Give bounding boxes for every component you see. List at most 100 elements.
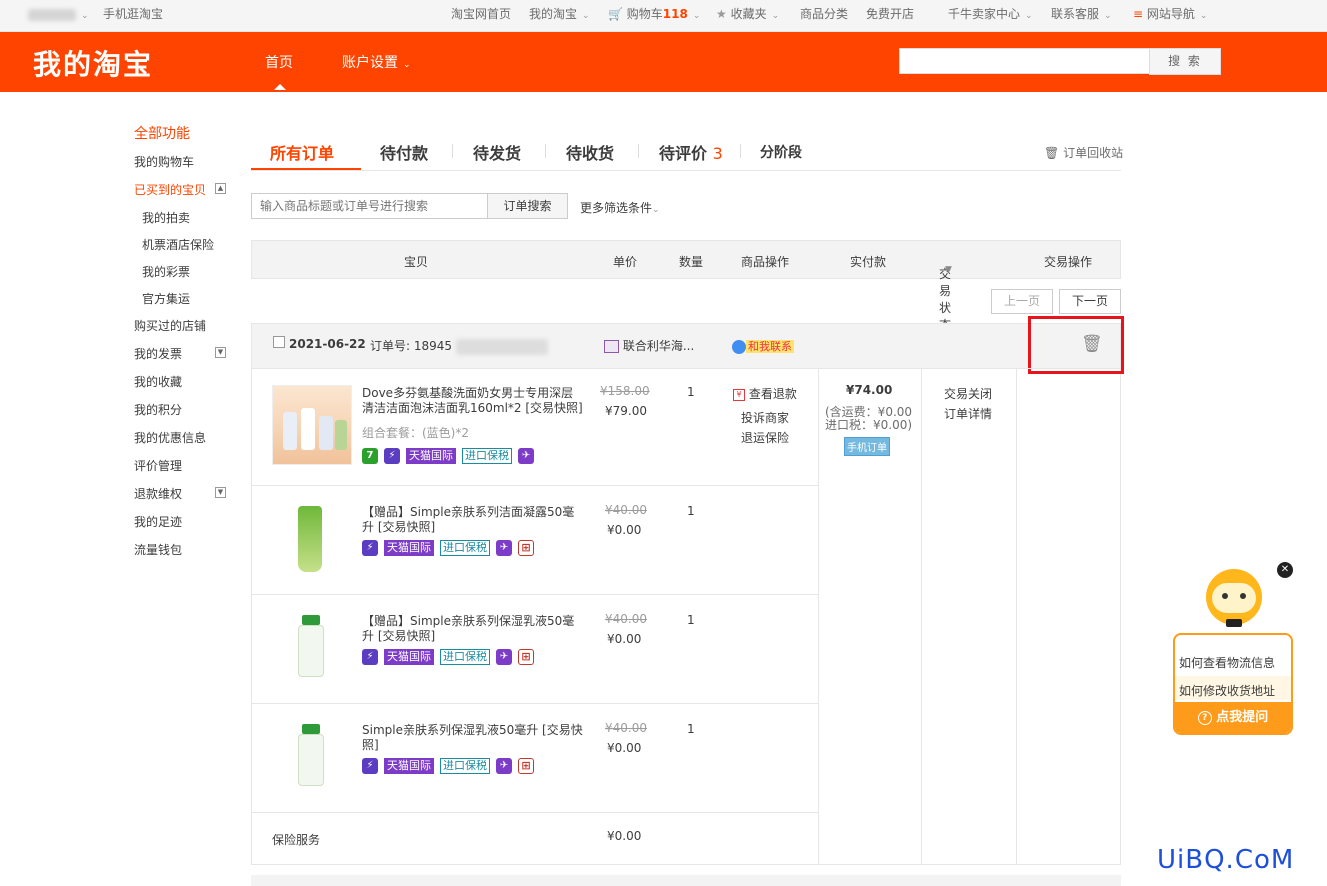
chat-icon [732, 340, 746, 354]
product-image[interactable] [272, 605, 352, 691]
nav-indicator [274, 84, 286, 90]
sidebar-item-consolidation[interactable]: 官方集运 [142, 290, 190, 307]
sidebar-item-coupons[interactable]: 我的优惠信息 [134, 429, 206, 446]
order-search-button[interactable]: 订单搜索 [487, 193, 568, 219]
product-tags: ⚡ 天猫国际 进口保税 ✈ ⊞ [362, 540, 540, 556]
free-shop-link[interactable]: 免费开店 [866, 0, 914, 32]
search-button[interactable]: 搜 索 [1149, 48, 1221, 75]
contact-seller-button[interactable]: 和我联系 [732, 338, 794, 354]
top-bar: ⌄ 手机逛淘宝 淘宝网首页 我的淘宝 ⌄ 🛒 购物车118 ⌄ ★ 收藏夹 ⌄ 商品分… [0, 0, 1327, 32]
logo[interactable]: 我的淘宝 [33, 43, 153, 83]
watermark: UiBQ.CoM [1157, 845, 1295, 875]
categories-link[interactable]: 商品分类 [800, 0, 848, 32]
product-image[interactable] [272, 496, 352, 582]
gift-icon: ⊞ [518, 540, 534, 556]
order-card: 2021-06-22 订单号: 18945 联合利华海... 和我联系 🗑 Do… [251, 316, 1124, 865]
favorites-menu[interactable]: ★ 收藏夹 ⌄ [716, 0, 779, 32]
sidebar-item-cart[interactable]: 我的购物车 [134, 153, 194, 170]
product-title[interactable]: Simple亲肤系列保湿乳液50毫升 [交易快照] [362, 723, 584, 753]
col-qty: 数量 [679, 255, 704, 269]
trade-status: 交易关闭 [944, 387, 993, 401]
expand-icon[interactable]: ▼ [215, 487, 226, 498]
header: 我的淘宝 首页 账户设置 ⌄ 搜 索 [0, 32, 1327, 92]
tab-pending-shipment[interactable]: 待发货 [473, 140, 521, 164]
sidebar-item-footprint[interactable]: 我的足迹 [134, 513, 182, 530]
order-date: 2021-06-22 [289, 337, 366, 351]
nav-home[interactable]: 首页 [265, 52, 293, 72]
order-search-input[interactable] [251, 193, 488, 219]
order-checkbox[interactable] [273, 336, 285, 348]
user-name[interactable]: ⌄ [28, 0, 89, 32]
product-image[interactable] [272, 385, 352, 465]
tab-pending-review[interactable]: 待评价 3 [659, 140, 723, 164]
col-item: 宝贝 [404, 255, 429, 269]
prev-page-button[interactable]: 上一页 [991, 289, 1053, 314]
cart-link[interactable]: 🛒 购物车118 ⌄ [608, 0, 700, 32]
tmall-global-tag: 天猫国际 [384, 649, 434, 665]
airplane-icon: ✈ [518, 448, 534, 464]
sidebar-item-data-wallet[interactable]: 流量钱包 [134, 541, 182, 558]
product-title[interactable]: 【赠品】Simple亲肤系列洁面凝露50毫升 [交易快照] [362, 505, 584, 535]
ask-question-button[interactable]: ? 点我提问 [1175, 702, 1291, 733]
original-price: ¥158.00 [600, 384, 650, 398]
seller-center-menu[interactable]: 千牛卖家中心 ⌄ [948, 0, 1033, 32]
bonded-tag: 进口保税 [440, 758, 490, 774]
gift-icon: ⊞ [518, 649, 534, 665]
mobile-link[interactable]: 手机逛淘宝 [103, 0, 163, 32]
search-input[interactable] [899, 48, 1150, 74]
product-title[interactable]: 【赠品】Simple亲肤系列保湿乳液50毫升 [交易快照] [362, 614, 584, 644]
tab-all-orders[interactable]: 所有订单 [270, 140, 334, 164]
recycle-bin-link[interactable]: 🗑 订单回收站 [1044, 144, 1123, 161]
delete-highlight [1028, 316, 1124, 374]
sidebar-item-reviews[interactable]: 评价管理 [134, 457, 182, 474]
original-price: ¥40.00 [605, 721, 647, 735]
unit-price: ¥0.00 [607, 632, 642, 646]
sidebar-item-invoice[interactable]: 我的发票 [134, 345, 182, 362]
mascot-icon[interactable] [1204, 563, 1264, 629]
collapse-icon[interactable]: ▲ [215, 183, 226, 194]
close-icon[interactable]: ✕ [1277, 562, 1293, 578]
return-insurance-link[interactable]: 退运保险 [741, 429, 789, 446]
order-detail-link[interactable]: 订单详情 [944, 405, 992, 422]
sidebar-item-auction[interactable]: 我的拍卖 [142, 209, 190, 226]
sidebar-item-bought[interactable]: 已买到的宝贝 [134, 181, 206, 198]
product-variant: 组合套餐：(蓝色)*2 [362, 426, 469, 440]
contact-menu[interactable]: 联系客服 ⌄ [1051, 0, 1112, 32]
quantity: 1 [687, 504, 695, 518]
airplane-icon: ✈ [496, 540, 512, 556]
more-filters-link[interactable]: 更多筛选条件⌄ [580, 199, 660, 216]
sidebar-title: 全部功能 [134, 126, 190, 142]
sidebar-item-refunds[interactable]: 退款维权 [134, 485, 182, 502]
unit-price: ¥79.00 [605, 404, 647, 418]
tab-pending-payment[interactable]: 待付款 [380, 140, 428, 164]
product-image[interactable] [272, 714, 352, 800]
site-nav-menu[interactable]: ≡ 网站导航 ⌄ [1133, 0, 1207, 32]
seven-day-return-icon: 7 [362, 448, 378, 464]
product-title[interactable]: Dove多芬氨基酸洗面奶女男士专用深层清洁洁面泡沫洁面乳160ml*2 [交易快… [362, 386, 584, 416]
expand-icon[interactable]: ▼ [215, 347, 226, 358]
nav-account-settings[interactable]: 账户设置 ⌄ [342, 52, 411, 72]
sidebar-item-favorites[interactable]: 我的收藏 [134, 373, 182, 390]
refund-icon: ¥ [733, 388, 745, 401]
tab-pending-receipt[interactable]: 待收货 [566, 140, 614, 164]
helper-question-logistics[interactable]: 如何查看物流信息 [1179, 654, 1275, 671]
my-taobao-menu[interactable]: 我的淘宝 ⌄ [529, 0, 590, 32]
taobao-home-link[interactable]: 淘宝网首页 [451, 0, 511, 32]
star-icon: ★ [716, 7, 727, 21]
sidebar-item-travel[interactable]: 机票酒店保险 [142, 236, 214, 253]
helper-question-address[interactable]: 如何修改收货地址 [1179, 682, 1275, 699]
tab-installment[interactable]: 分阶段 [760, 142, 802, 162]
shop-link[interactable]: 联合利华海... [604, 337, 694, 354]
sidebar-item-lottery[interactable]: 我的彩票 [142, 263, 190, 280]
delete-order-icon[interactable]: 🗑 [1081, 334, 1103, 354]
view-refund-link[interactable]: ¥ 查看退款 [733, 385, 797, 402]
unit-price: ¥0.00 [607, 523, 642, 537]
sidebar-item-points[interactable]: 我的积分 [134, 401, 182, 418]
next-page-button[interactable]: 下一页 [1059, 289, 1121, 314]
col-paid: 实付款 [850, 255, 887, 269]
order-header: 2021-06-22 订单号: 18945 联合利华海... 和我联系 🗑 [252, 316, 1124, 374]
quantity: 1 [687, 722, 695, 736]
trash-icon: 🗑 [1044, 146, 1060, 160]
sidebar-item-shops[interactable]: 购买过的店铺 [134, 317, 206, 334]
complain-link[interactable]: 投诉商家 [741, 409, 789, 426]
